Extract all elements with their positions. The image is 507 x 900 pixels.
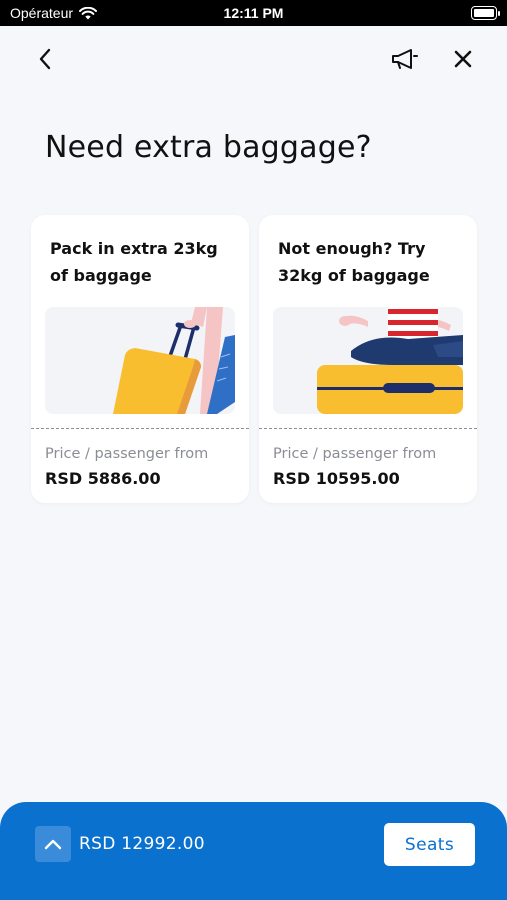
card-divider <box>31 428 249 429</box>
price-value: RSD 5886.00 <box>45 469 161 488</box>
close-button[interactable] <box>446 42 480 76</box>
back-button[interactable] <box>28 42 62 76</box>
announcement-button[interactable] <box>388 42 422 76</box>
status-bar: Opérateur 12:11 PM <box>0 0 507 26</box>
price-label: Price / passenger from <box>273 446 437 462</box>
person-on-suitcase-icon <box>273 307 463 414</box>
chevron-left-icon <box>39 48 51 70</box>
bottom-summary-bar: RSD 12992.00 Seats <box>0 802 507 900</box>
card-title: Not enough? Try 32kg of baggage <box>278 239 430 285</box>
baggage-option-32kg[interactable]: Not enough? Try 32kg of baggage Price / … <box>259 215 477 503</box>
seats-button[interactable]: Seats <box>384 823 475 866</box>
baggage-option-23kg[interactable]: Pack in extra 23kg of baggage Price / pa… <box>31 215 249 503</box>
chevron-up-icon <box>44 839 62 850</box>
suitcase-icon <box>45 307 235 414</box>
battery-icon <box>471 6 500 20</box>
card-title: Pack in extra 23kg of baggage <box>50 239 218 285</box>
close-icon <box>454 50 472 68</box>
status-time: 12:11 PM <box>223 5 284 21</box>
price-label: Price / passenger from <box>45 446 209 462</box>
total-price: RSD 12992.00 <box>79 834 205 854</box>
page-title: Need extra baggage? <box>45 130 372 165</box>
price-value: RSD 10595.00 <box>273 469 400 488</box>
expand-summary-button[interactable] <box>35 826 71 862</box>
card-divider <box>259 428 477 429</box>
megaphone-icon <box>392 49 418 69</box>
